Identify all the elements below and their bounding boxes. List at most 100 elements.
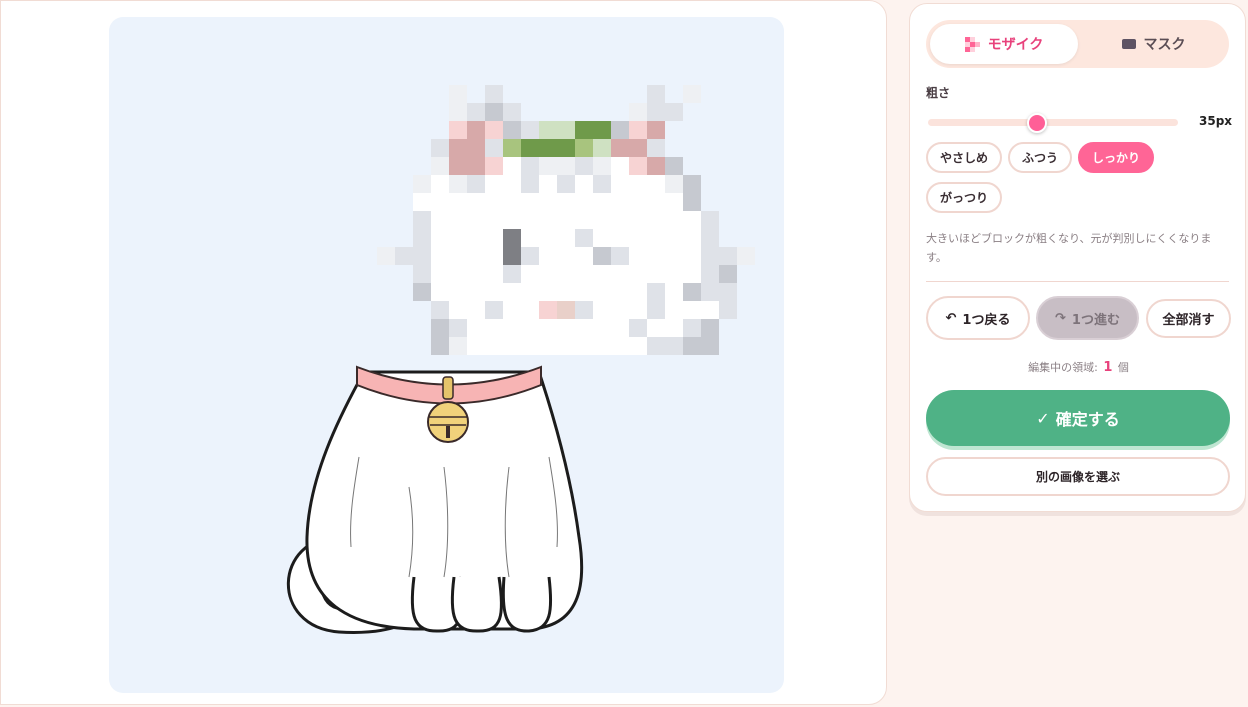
undo-button[interactable]: ↶ 1つ戻る [926, 296, 1030, 340]
mosaic-block [467, 229, 485, 247]
clear-all-button[interactable]: 全部消す [1146, 299, 1231, 338]
undo-icon: ↶ [945, 310, 957, 326]
mosaic-block [575, 175, 593, 193]
mosaic-block [449, 301, 467, 319]
mosaic-block [665, 175, 683, 193]
mosaic-block [503, 247, 521, 265]
mosaic-block [449, 265, 467, 283]
mosaic-block [431, 337, 449, 355]
mosaic-block [593, 193, 611, 211]
slider-track [928, 119, 1178, 126]
preset-heavy[interactable]: がっつり [926, 182, 1002, 213]
mosaic-block [647, 319, 665, 337]
mosaic-block [431, 211, 449, 229]
tab-mosaic[interactable]: モザイク [930, 24, 1078, 64]
preset-normal[interactable]: ふつう [1008, 142, 1072, 173]
mosaic-block [719, 265, 737, 283]
mosaic-block [413, 211, 431, 229]
mosaic-block [467, 319, 485, 337]
mosaic-block [575, 337, 593, 355]
slider-thumb[interactable] [1026, 113, 1047, 133]
confirm-button[interactable]: ✓ 確定する [926, 390, 1230, 446]
mosaic-block [611, 121, 629, 139]
mosaic-block [629, 301, 647, 319]
preset-strong[interactable]: しっかり [1078, 142, 1154, 173]
mosaic-block [575, 247, 593, 265]
mosaic-block [449, 103, 467, 121]
mosaic-block [629, 121, 647, 139]
counter-prefix: 編集中の領域: [1028, 361, 1098, 374]
mosaic-block [683, 211, 701, 229]
mosaic-block [539, 157, 557, 175]
mask-icon [1121, 39, 1136, 49]
mosaic-block [521, 283, 539, 301]
image-canvas[interactable] [109, 17, 784, 693]
mosaic-block [449, 193, 467, 211]
mosaic-block [485, 247, 503, 265]
mosaic-block [665, 301, 683, 319]
mosaic-block [611, 301, 629, 319]
region-counter: 編集中の領域: 1 個 [910, 359, 1247, 375]
mosaic-block [701, 229, 719, 247]
mosaic-block [413, 265, 431, 283]
mosaic-block [557, 139, 575, 157]
mosaic-block [449, 157, 467, 175]
divider [926, 281, 1229, 282]
counter-count: 1 [1103, 360, 1113, 375]
mosaic-block [521, 139, 539, 157]
mosaic-block [557, 283, 575, 301]
mosaic-block [449, 85, 467, 103]
mosaic-block [521, 157, 539, 175]
mosaic-block [539, 301, 557, 319]
tab-mask[interactable]: マスク [1082, 24, 1225, 64]
mosaic-block [647, 301, 665, 319]
choose-another-image-button[interactable]: 別の画像を選ぶ [926, 457, 1230, 496]
coarseness-label: 粗さ [926, 86, 951, 100]
preset-gentle[interactable]: やさしめ [926, 142, 1002, 173]
redo-button[interactable]: ↷ 1つ進む [1036, 296, 1139, 340]
mosaic-block [485, 301, 503, 319]
mosaic-block [467, 175, 485, 193]
mosaic-block [611, 175, 629, 193]
mosaic-block [611, 157, 629, 175]
mosaic-block [593, 337, 611, 355]
mosaic-block [431, 283, 449, 301]
mosaic-block [467, 247, 485, 265]
mosaic-block [575, 193, 593, 211]
mosaic-block [485, 139, 503, 157]
mosaic-block [467, 139, 485, 157]
mosaic-block [593, 211, 611, 229]
mosaic-block [503, 319, 521, 337]
mosaic-block [539, 175, 557, 193]
mosaic-region[interactable] [377, 85, 755, 355]
mosaic-block [521, 193, 539, 211]
mosaic-block [521, 247, 539, 265]
mosaic-block [683, 175, 701, 193]
mosaic-block [521, 211, 539, 229]
mosaic-block [593, 247, 611, 265]
mosaic-block [467, 103, 485, 121]
mosaic-block [431, 157, 449, 175]
coarseness-hint: 大きいほどブロックが粗くなり、元が判別しにくくなります。 [926, 232, 1212, 264]
mosaic-block [467, 157, 485, 175]
mosaic-block [647, 265, 665, 283]
check-icon: ✓ [1036, 408, 1050, 428]
mosaic-block [647, 193, 665, 211]
mosaic-block [431, 139, 449, 157]
mosaic-block [647, 121, 665, 139]
mosaic-block [503, 229, 521, 247]
mosaic-block [647, 229, 665, 247]
coarseness-slider[interactable] [928, 113, 1178, 133]
mosaic-block [521, 121, 539, 139]
mosaic-block [503, 265, 521, 283]
mosaic-block [647, 103, 665, 121]
mosaic-block [611, 229, 629, 247]
mosaic-block [593, 319, 611, 337]
mosaic-block [485, 157, 503, 175]
canvas-card [0, 0, 887, 705]
mosaic-block [611, 283, 629, 301]
mosaic-block [449, 175, 467, 193]
mosaic-block [521, 229, 539, 247]
mosaic-block [539, 121, 557, 139]
mosaic-block [413, 175, 431, 193]
